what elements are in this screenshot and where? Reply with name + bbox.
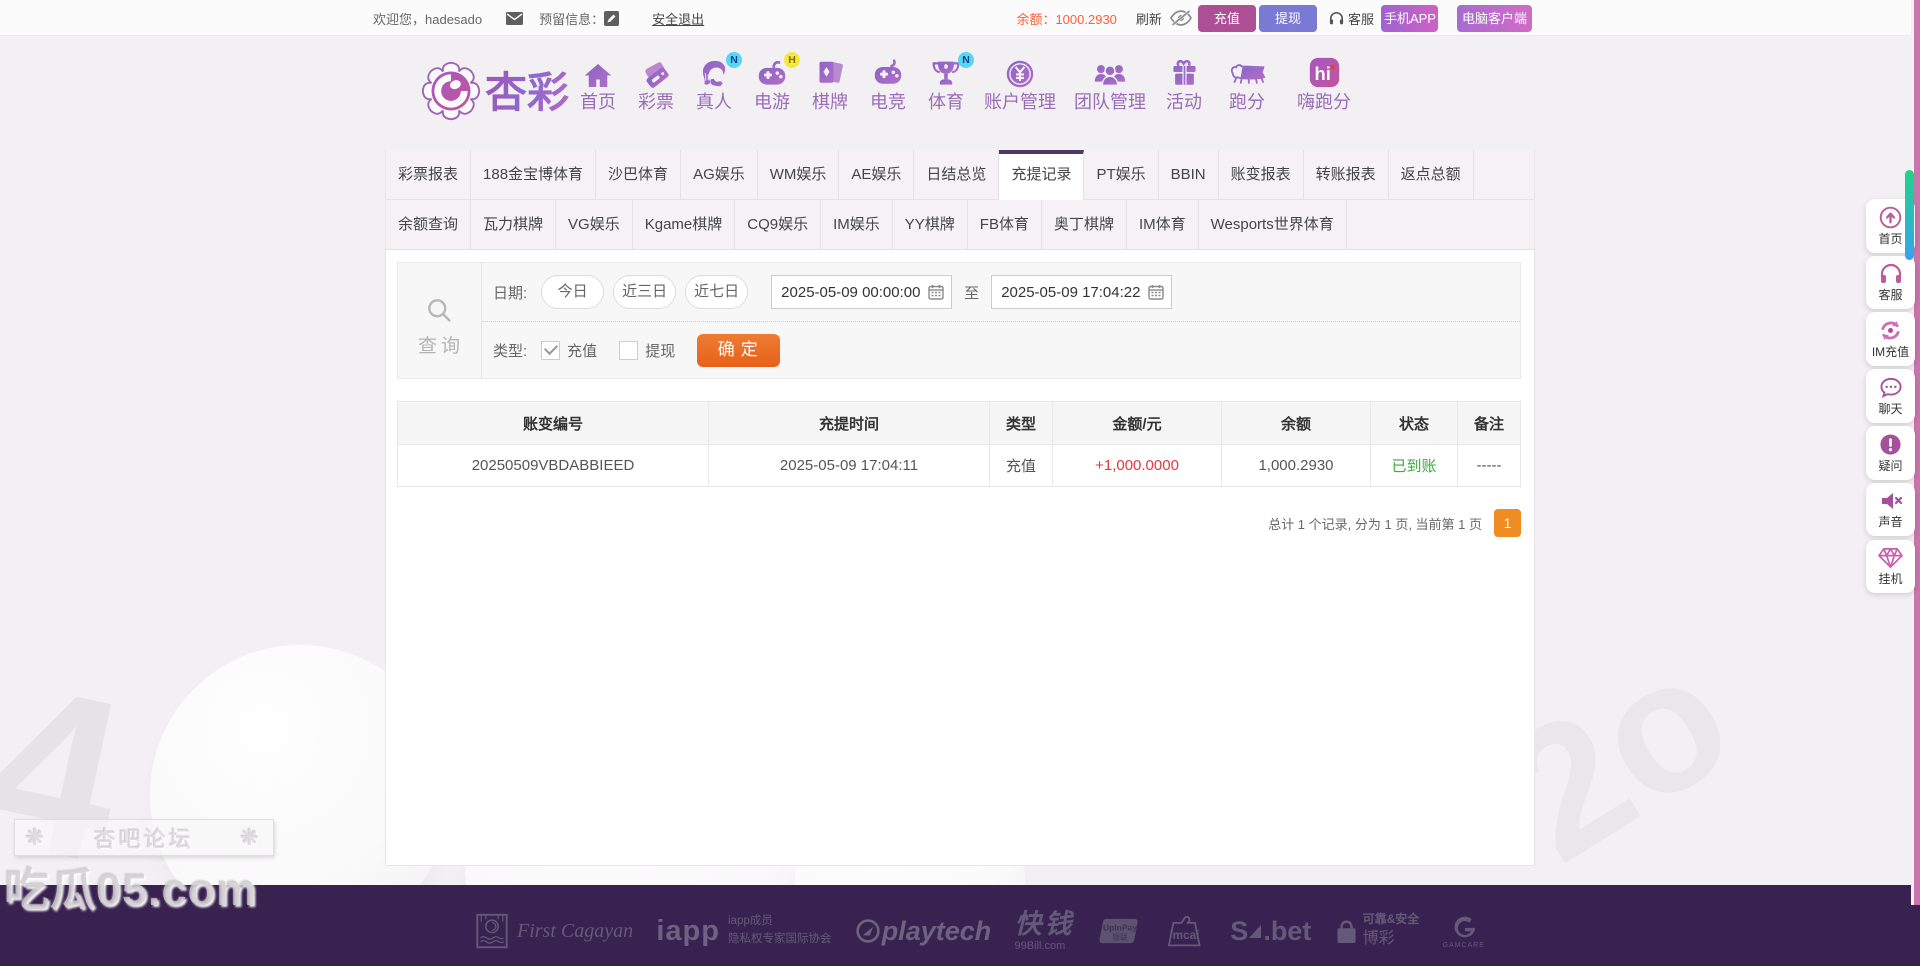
svg-text:mcai: mcai: [1173, 929, 1200, 942]
svg-text:hi: hi: [1314, 63, 1330, 84]
svg-text:银联: 银联: [1112, 932, 1128, 942]
svg-text:UpInPay: UpInPay: [1103, 922, 1137, 932]
